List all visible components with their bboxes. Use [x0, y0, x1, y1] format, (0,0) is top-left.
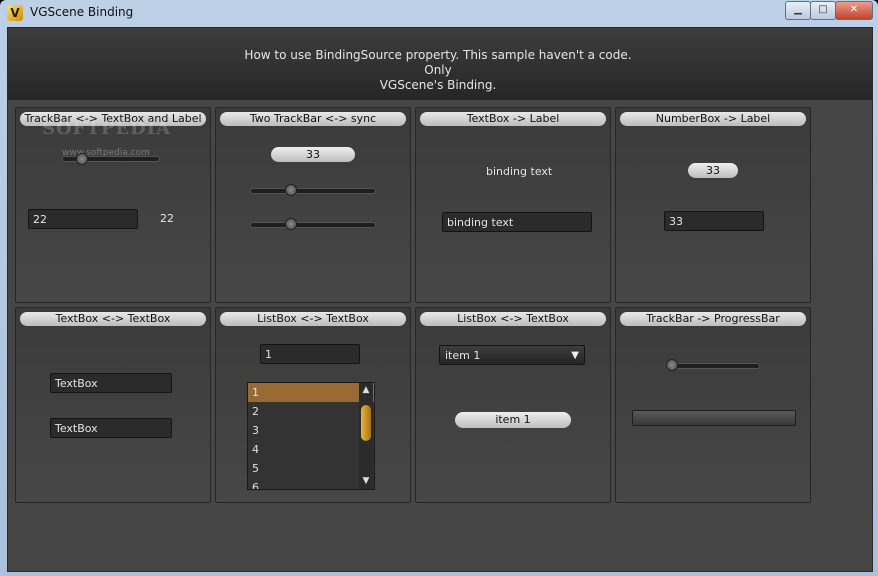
app-icon: V	[7, 5, 23, 21]
panel-listbox-textbox-2: ListBox <-> TextBox item 1 ▼ item 1	[415, 307, 611, 503]
trackbar-thumb[interactable]	[76, 153, 88, 165]
scroll-up-icon[interactable]: ▲	[361, 385, 371, 395]
trackbar-2-thumb[interactable]	[285, 218, 297, 230]
panel-title: Two TrackBar <-> sync	[220, 112, 406, 126]
list-item[interactable]: 5	[248, 459, 374, 478]
panel-listbox-textbox: ListBox <-> TextBox 1 1 2 3 4 5 6 ▲ ▼	[215, 307, 411, 503]
close-icon: ✕	[849, 4, 859, 15]
client-area: How to use BindingSource property. This …	[7, 27, 873, 572]
list-item[interactable]: 4	[248, 440, 374, 459]
listbox[interactable]: 1 2 3 4 5 6 ▲ ▼	[247, 382, 375, 490]
minimize-button[interactable]: ▁	[785, 1, 811, 20]
maximize-icon: □	[818, 4, 828, 15]
minimize-icon: ▁	[794, 4, 802, 15]
header-banner: How to use BindingSource property. This …	[8, 28, 872, 100]
combo-box[interactable]: item 1 ▼	[439, 345, 585, 365]
list-item[interactable]: 2	[248, 402, 374, 421]
list-item[interactable]: 3	[248, 421, 374, 440]
chevron-down-icon[interactable]: ▼	[571, 346, 579, 366]
trackbar[interactable]	[668, 363, 760, 369]
panel-title: TrackBar -> ProgressBar	[620, 312, 806, 326]
bound-label: binding text	[486, 165, 553, 178]
panel-numberbox-label: NumberBox -> Label 33 33	[615, 107, 811, 303]
maximize-button[interactable]: □	[810, 1, 836, 20]
bound-label: 33	[688, 163, 738, 178]
selected-textbox[interactable]: 1	[260, 344, 360, 364]
trackbar-thumb[interactable]	[666, 359, 678, 371]
value-label: 22	[160, 212, 174, 225]
textbox-2[interactable]: TextBox	[50, 418, 172, 438]
panel-title: ListBox <-> TextBox	[220, 312, 406, 326]
panel-trackbar-textbox-label: TrackBar <-> TextBox and Label SOFTPEDIA…	[15, 107, 211, 303]
value-display: 33	[271, 147, 355, 162]
list-item[interactable]: 6	[248, 478, 374, 489]
trackbar-2[interactable]	[250, 222, 376, 228]
bound-label: item 1	[455, 412, 571, 428]
window-title: VGScene Binding	[30, 5, 134, 19]
scroll-down-icon[interactable]: ▼	[361, 476, 371, 486]
panel-title: TextBox <-> TextBox	[20, 312, 206, 326]
trackbar-1[interactable]	[250, 188, 376, 194]
title-bar[interactable]: V VGScene Binding ▁ □ ✕	[0, 0, 878, 26]
panel-two-trackbar-sync: Two TrackBar <-> sync 33	[215, 107, 411, 303]
watermark-logo: SOFTPEDIA	[42, 118, 172, 139]
panel-title: NumberBox -> Label	[620, 112, 806, 126]
panel-trackbar-progressbar: TrackBar -> ProgressBar	[615, 307, 811, 503]
progress-bar	[632, 410, 796, 426]
panel-title: ListBox <-> TextBox	[420, 312, 606, 326]
scroll-thumb[interactable]	[361, 405, 371, 441]
combo-value: item 1	[445, 349, 481, 362]
close-button[interactable]: ✕	[835, 1, 873, 20]
list-item[interactable]: 1	[248, 383, 374, 402]
panel-title: TextBox -> Label	[420, 112, 606, 126]
value-textbox[interactable]: 22	[28, 209, 138, 229]
panel-textbox-label: TextBox -> Label binding text binding te…	[415, 107, 611, 303]
panel-textbox-textbox: TextBox <-> TextBox TextBox TextBox	[15, 307, 211, 503]
textbox-1[interactable]: TextBox	[50, 373, 172, 393]
numberbox[interactable]: 33	[664, 211, 764, 231]
trackbar-1-thumb[interactable]	[285, 184, 297, 196]
listbox-scrollbar[interactable]: ▲ ▼	[359, 383, 373, 489]
source-textbox[interactable]: binding text	[442, 212, 592, 232]
header-description: How to use BindingSource property. This …	[244, 48, 632, 92]
app-window: V VGScene Binding ▁ □ ✕ How to use Bindi…	[0, 0, 878, 576]
